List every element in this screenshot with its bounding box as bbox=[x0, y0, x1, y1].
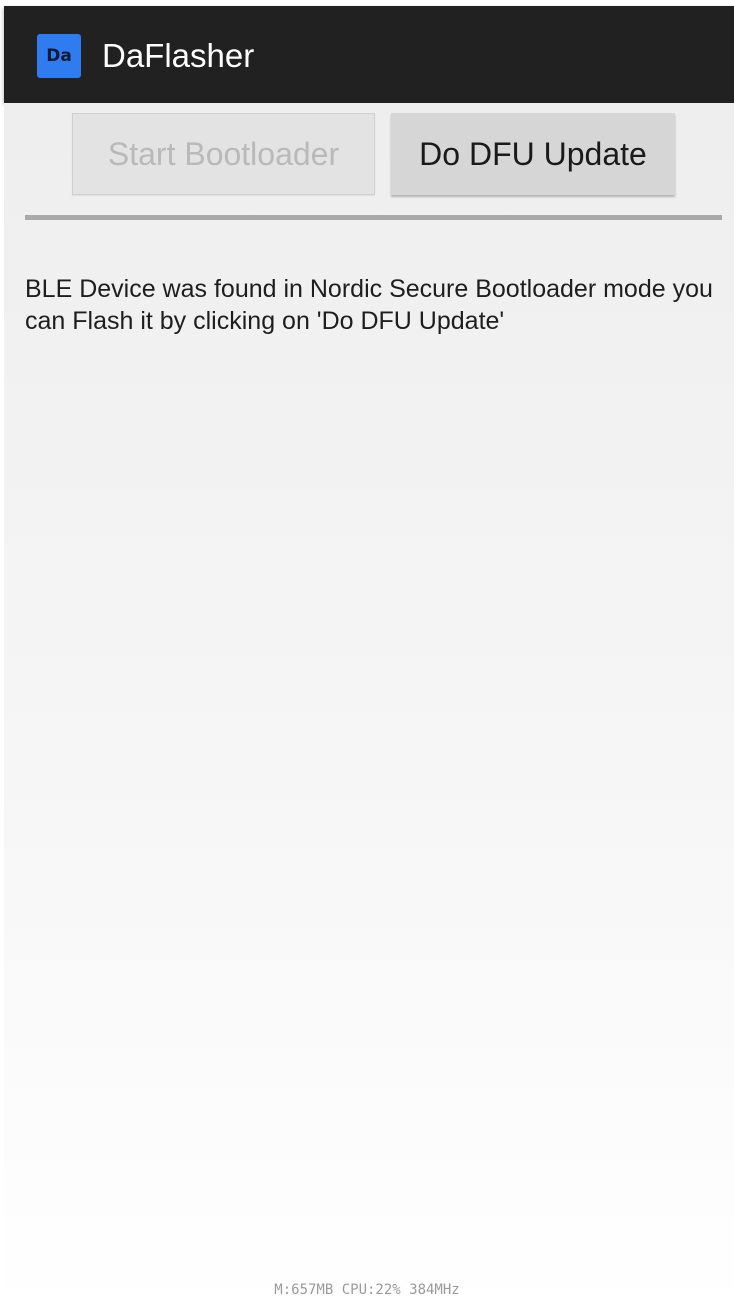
app-logo-text: Da bbox=[46, 46, 72, 66]
status-message: BLE Device was found in Nordic Secure Bo… bbox=[25, 275, 713, 335]
system-status-overlay: M:657MB CPU:22% 384MHz bbox=[274, 1282, 460, 1298]
main-content: Start Bootloader Do DFU Update BLE Devic… bbox=[4, 103, 734, 1312]
app-bar: Da DaFlasher bbox=[4, 6, 734, 103]
start-bootloader-button[interactable]: Start Bootloader bbox=[72, 113, 375, 195]
app-title: DaFlasher bbox=[102, 37, 255, 74]
divider bbox=[25, 215, 722, 220]
do-dfu-update-button[interactable]: Do DFU Update bbox=[391, 113, 675, 195]
app-logo-icon: Da bbox=[37, 34, 81, 78]
